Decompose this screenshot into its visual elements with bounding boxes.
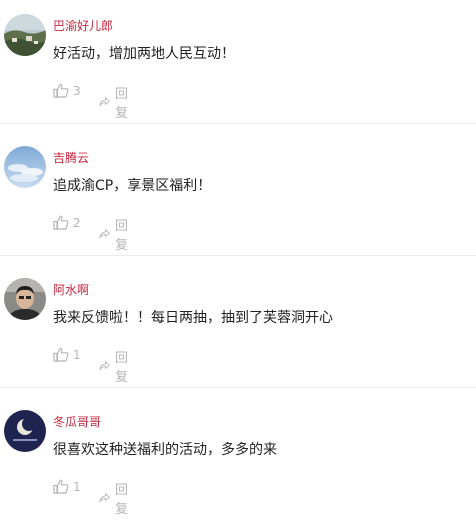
like-count: 2	[73, 215, 81, 230]
like-count: 1	[73, 479, 81, 494]
thumbs-up-icon	[53, 347, 69, 362]
comment-username[interactable]: 巴渝好儿郎	[53, 17, 113, 34]
like-button[interactable]: 2	[53, 215, 81, 230]
landscape-avatar[interactable]	[4, 14, 46, 56]
comment-item: 巴渝好儿郎 好活动，增加两地人民互动！ 3 回复	[0, 0, 476, 132]
moon-avatar[interactable]	[4, 410, 46, 452]
share-arrow-icon	[99, 493, 110, 503]
sky-avatar[interactable]	[4, 146, 46, 188]
like-count: 1	[73, 347, 81, 362]
reply-label: 回复	[115, 219, 129, 253]
reply-label: 回复	[115, 351, 129, 385]
comment-divider	[0, 123, 476, 124]
comment-divider	[0, 255, 476, 256]
comment-text: 很喜欢这种送福利的活动，多多的来	[53, 442, 277, 458]
reply-button[interactable]: 回复	[99, 479, 133, 517]
comment-text: 我来反馈啦！！每日两抽，抽到了芙蓉洞开心	[53, 310, 333, 326]
thumbs-up-icon	[53, 479, 69, 494]
reply-label: 回复	[115, 87, 129, 121]
person-avatar[interactable]	[4, 278, 46, 320]
like-button[interactable]: 1	[53, 347, 81, 362]
like-button[interactable]: 3	[53, 83, 81, 98]
comment-username[interactable]: 吉腾云	[53, 149, 89, 166]
reply-button[interactable]: 回复	[99, 215, 133, 253]
comment-text: 追成渝CP，享景区福利！	[53, 178, 212, 194]
like-count: 3	[73, 83, 81, 98]
comment-item: 吉腾云 追成渝CP，享景区福利！ 2 回复	[0, 132, 476, 264]
comment-item: 阿水啊 我来反馈啦！！每日两抽，抽到了芙蓉洞开心 1 回复	[0, 264, 476, 396]
comment-text: 好活动，增加两地人民互动！	[53, 46, 235, 62]
reply-button[interactable]: 回复	[99, 347, 133, 385]
comment-divider	[0, 387, 476, 388]
reply-label: 回复	[115, 483, 129, 517]
comment-item: 冬瓜哥哥 很喜欢这种送福利的活动，多多的来 1 回复	[0, 396, 476, 528]
reply-button[interactable]: 回复	[99, 83, 133, 121]
share-arrow-icon	[99, 361, 110, 371]
like-button[interactable]: 1	[53, 479, 81, 494]
thumbs-up-icon	[53, 215, 69, 230]
share-arrow-icon	[99, 229, 110, 239]
comment-username[interactable]: 阿水啊	[53, 281, 89, 298]
share-arrow-icon	[99, 97, 110, 107]
comment-username[interactable]: 冬瓜哥哥	[53, 413, 101, 430]
thumbs-up-icon	[53, 83, 69, 98]
